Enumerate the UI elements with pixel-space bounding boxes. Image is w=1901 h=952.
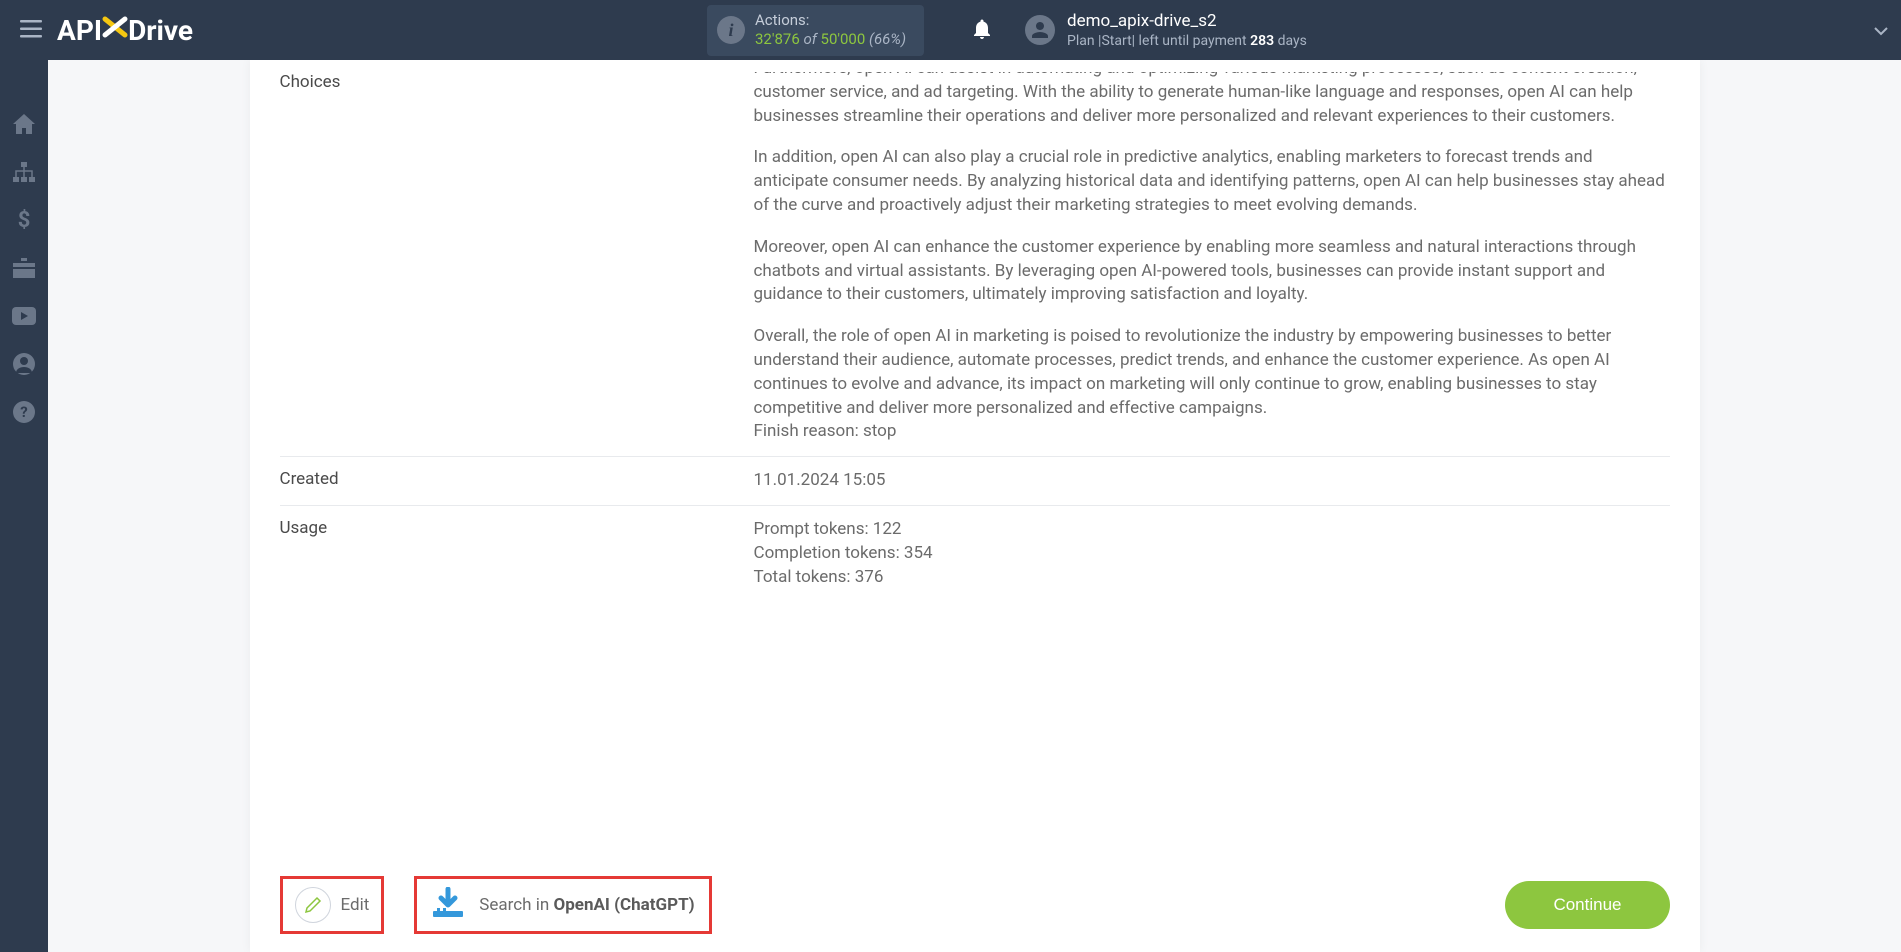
actions-text: Actions: 32'876 of 50'000 (66%) bbox=[755, 11, 906, 50]
usage-label: Usage bbox=[280, 518, 754, 589]
sidebar-youtube-icon[interactable] bbox=[0, 292, 48, 340]
top-header: API Drive i Actions: 32'876 of 50'000 (6… bbox=[0, 0, 1901, 60]
choices-label: Choices bbox=[280, 72, 754, 92]
created-label: Created bbox=[280, 469, 754, 493]
usage-value: Prompt tokens: 122 Completion tokens: 35… bbox=[754, 518, 1670, 589]
left-sidebar: $ ? bbox=[0, 60, 48, 952]
hamburger-menu-icon[interactable] bbox=[10, 16, 52, 44]
choices-value: Furthermore, open AI can assist in autom… bbox=[754, 72, 1670, 444]
sidebar-user-icon[interactable] bbox=[0, 340, 48, 388]
actions-counter[interactable]: i Actions: 32'876 of 50'000 (66%) bbox=[707, 5, 924, 56]
pencil-icon bbox=[295, 887, 331, 923]
content-area: Choices Furthermore, open AI can assist … bbox=[48, 60, 1901, 952]
sidebar-home-icon[interactable] bbox=[0, 100, 48, 148]
info-icon: i bbox=[717, 16, 745, 44]
sidebar-help-icon[interactable]: ? bbox=[0, 388, 48, 436]
user-name: demo_apix-drive_s2 bbox=[1067, 10, 1307, 32]
actions-numbers: 32'876 of 50'000 (66%) bbox=[755, 30, 906, 50]
download-icon bbox=[431, 887, 465, 923]
svg-text:?: ? bbox=[20, 403, 27, 421]
user-section[interactable]: demo_apix-drive_s2 Plan |Start| left unt… bbox=[1025, 10, 1307, 50]
sidebar-flow-icon[interactable] bbox=[0, 148, 48, 196]
logo-api: API bbox=[57, 14, 102, 47]
logo-x-icon bbox=[100, 12, 130, 49]
user-avatar-icon bbox=[1025, 15, 1055, 45]
search-openai-button[interactable]: Search in OpenAI (ChatGPT) bbox=[414, 876, 711, 934]
sidebar-briefcase-icon[interactable] bbox=[0, 244, 48, 292]
created-value: 11.01.2024 15:05 bbox=[754, 469, 1670, 493]
row-created: Created 11.01.2024 15:05 bbox=[280, 457, 1670, 506]
user-info: demo_apix-drive_s2 Plan |Start| left unt… bbox=[1067, 10, 1307, 50]
continue-button[interactable]: Continue bbox=[1505, 881, 1669, 929]
svg-text:$: $ bbox=[18, 209, 31, 231]
search-label: Search in OpenAI (ChatGPT) bbox=[479, 895, 694, 915]
chevron-down-icon[interactable] bbox=[1873, 21, 1889, 40]
logo[interactable]: API Drive bbox=[57, 12, 193, 49]
user-plan: Plan |Start| left until payment 283 days bbox=[1067, 32, 1307, 50]
sidebar-dollar-icon[interactable]: $ bbox=[0, 196, 48, 244]
row-usage: Usage Prompt tokens: 122 Completion toke… bbox=[280, 506, 1670, 601]
footer-bar: Edit Search in OpenAI (ChatGPT) Continue bbox=[250, 858, 1700, 952]
content-panel: Choices Furthermore, open AI can assist … bbox=[250, 60, 1700, 952]
row-choices: Choices Furthermore, open AI can assist … bbox=[280, 60, 1670, 457]
notifications-bell-icon[interactable] bbox=[972, 17, 992, 44]
actions-label: Actions: bbox=[755, 11, 906, 31]
edit-button[interactable]: Edit bbox=[280, 876, 385, 934]
edit-label: Edit bbox=[341, 895, 370, 915]
logo-drive: Drive bbox=[128, 14, 193, 47]
